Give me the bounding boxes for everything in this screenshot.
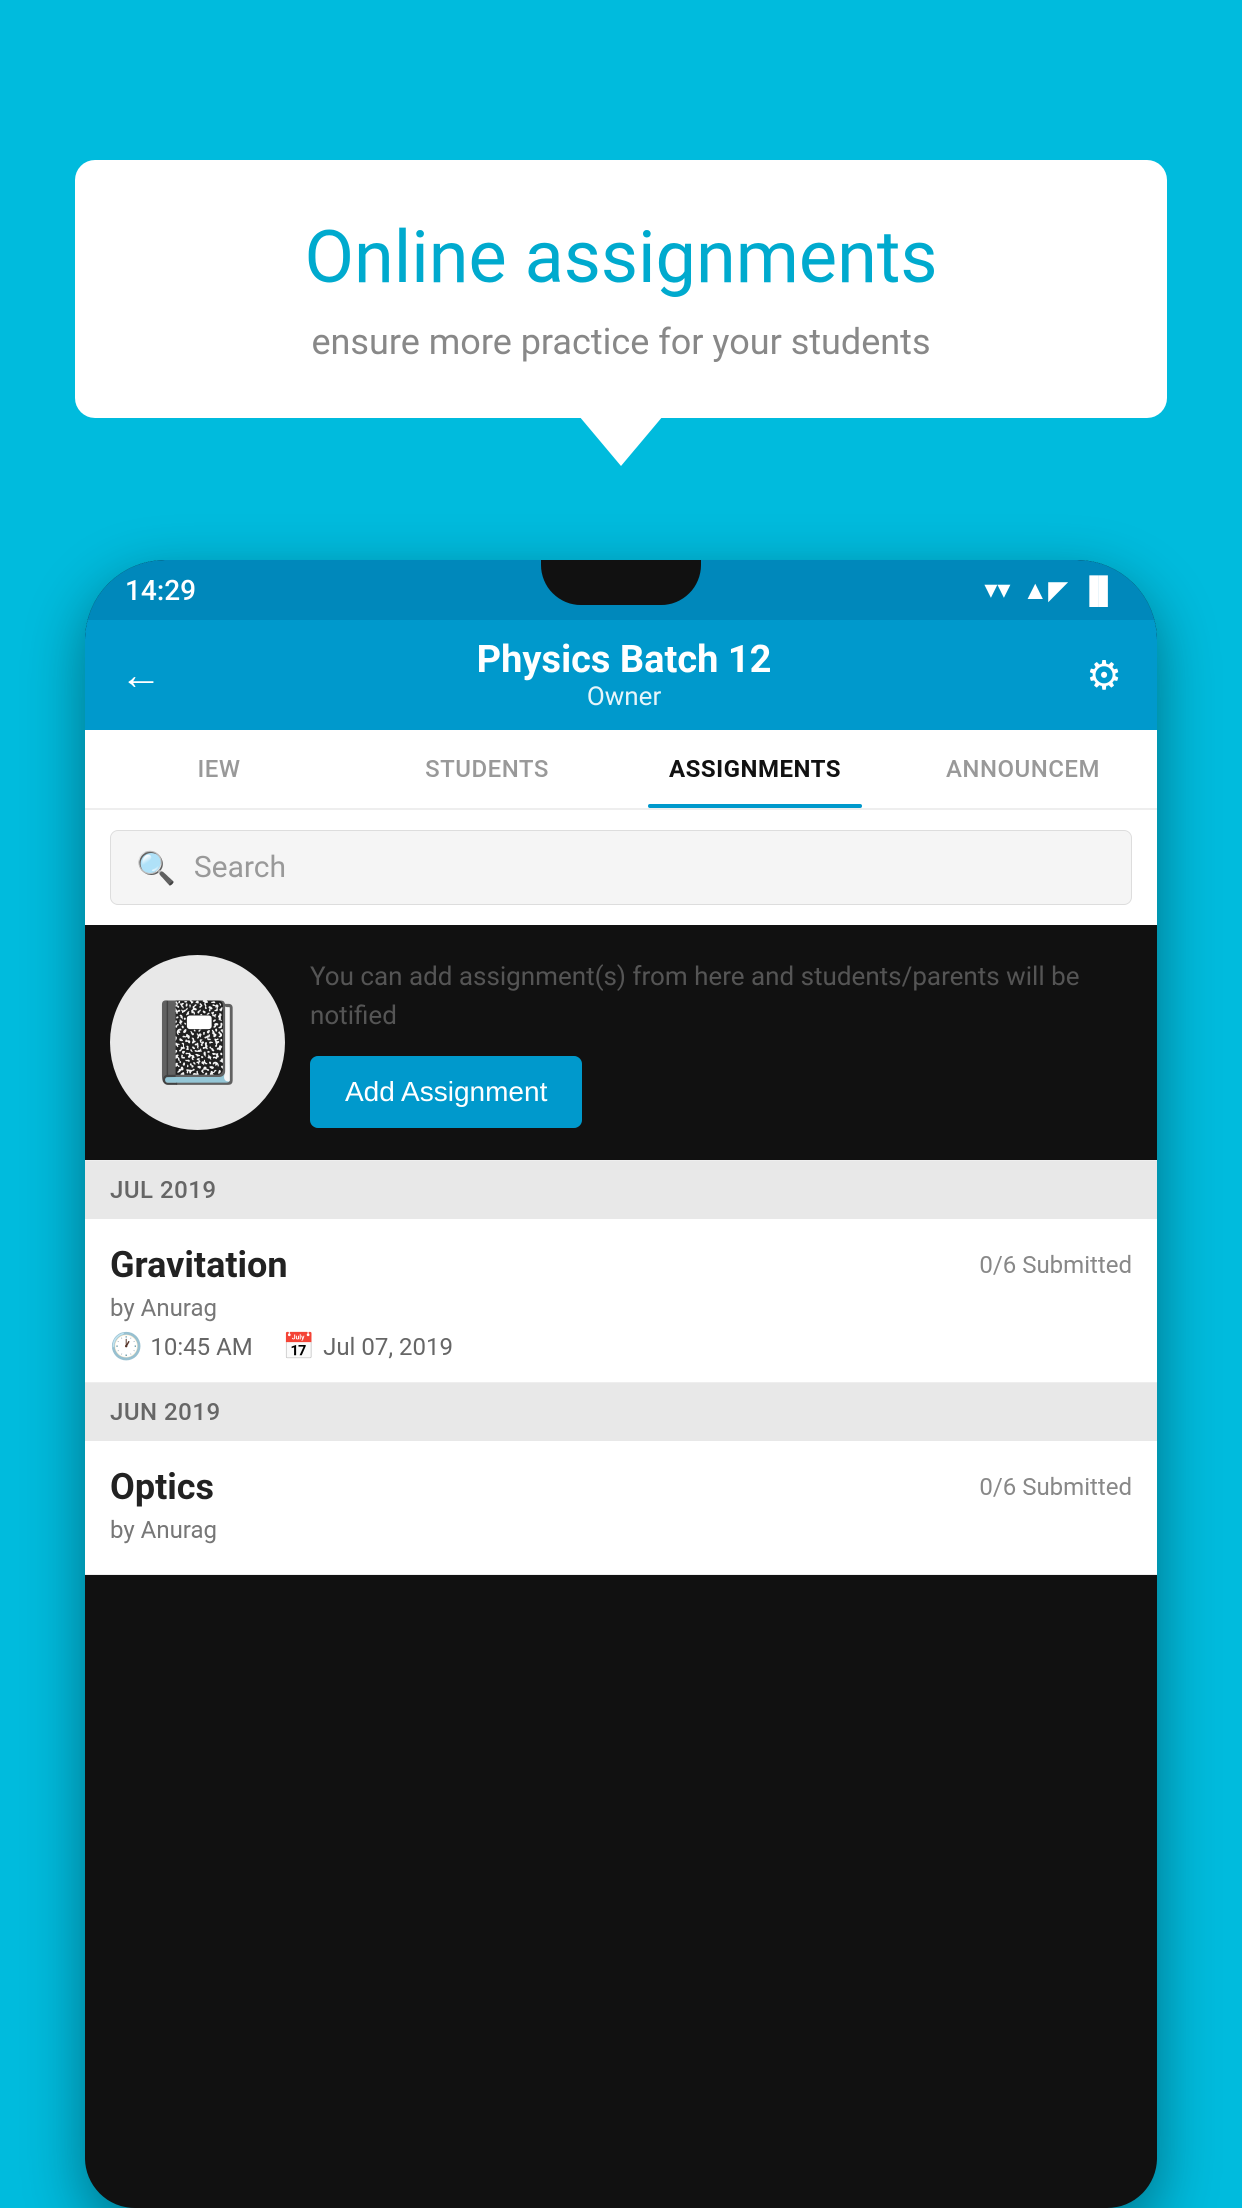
assignment-gravitation[interactable]: Gravitation 0/6 Submitted by Anurag 🕐 10… [85, 1219, 1157, 1383]
app-header: ← Physics Batch 12 Owner ⚙ [85, 620, 1157, 730]
promo-icon-circle: 📓 [110, 955, 285, 1130]
tabs-bar: IEW STUDENTS ASSIGNMENTS ANNOUNCEM [85, 730, 1157, 810]
header-center: Physics Batch 12 Owner [162, 638, 1086, 712]
assignment-name-optics: Optics [110, 1466, 214, 1508]
bubble-title: Online assignments [135, 215, 1107, 301]
notebook-icon: 📓 [148, 996, 248, 1090]
assignment-name-gravitation: Gravitation [110, 1244, 288, 1286]
back-button[interactable]: ← [120, 651, 162, 700]
settings-button[interactable]: ⚙ [1086, 652, 1122, 699]
signal-icon: ▲◤ [1022, 575, 1068, 606]
assignment-meta-gravitation: 🕐 10:45 AM 📅 Jul 07, 2019 [110, 1332, 1132, 1362]
clock-icon: 🕐 [110, 1332, 142, 1362]
wifi-icon: ▾▾ [984, 575, 1010, 605]
bubble-subtitle: ensure more practice for your students [135, 321, 1107, 363]
status-icons: ▾▾ ▲◤ ▐▌ [984, 575, 1117, 606]
tab-students[interactable]: STUDENTS [353, 730, 621, 808]
status-time: 14:29 [125, 574, 196, 607]
assignment-submitted-gravitation: 0/6 Submitted [979, 1251, 1132, 1279]
speech-bubble: Online assignments ensure more practice … [75, 160, 1167, 418]
promo-text-section: You can add assignment(s) from here and … [310, 958, 1132, 1128]
batch-subtitle: Owner [162, 682, 1086, 712]
phone-inner: 14:29 ▾▾ ▲◤ ▐▌ ← Physics Batch 12 Owner … [85, 560, 1157, 2208]
tab-iew[interactable]: IEW [85, 730, 353, 808]
battery-icon: ▐▌ [1080, 575, 1117, 606]
speech-bubble-container: Online assignments ensure more practice … [75, 160, 1167, 418]
phone-screen: 🔍 Search 📓 You can add assignment(s) fro… [85, 810, 1157, 2208]
search-bar-container: 🔍 Search [85, 810, 1157, 925]
assignment-submitted-optics: 0/6 Submitted [979, 1473, 1132, 1501]
tab-assignments[interactable]: ASSIGNMENTS [621, 730, 889, 808]
tab-announcements[interactable]: ANNOUNCEM [889, 730, 1157, 808]
assignment-row1: Gravitation 0/6 Submitted [110, 1244, 1132, 1286]
phone-frame: 14:29 ▾▾ ▲◤ ▐▌ ← Physics Batch 12 Owner … [85, 560, 1157, 2208]
section-header-jul: JUL 2019 [85, 1161, 1157, 1219]
assignment-optics[interactable]: Optics 0/6 Submitted by Anurag [85, 1441, 1157, 1575]
search-icon: 🔍 [136, 849, 176, 887]
section-header-jun: JUN 2019 [85, 1383, 1157, 1441]
search-input-placeholder: Search [194, 850, 286, 885]
time-info-gravitation: 🕐 10:45 AM [110, 1332, 253, 1362]
assignment-date-gravitation: Jul 07, 2019 [323, 1333, 453, 1361]
add-assignment-button[interactable]: Add Assignment [310, 1056, 582, 1128]
assignment-by-optics: by Anurag [110, 1516, 1132, 1544]
assignment-time-gravitation: 10:45 AM [150, 1333, 252, 1361]
calendar-icon: 📅 [283, 1332, 315, 1362]
search-bar[interactable]: 🔍 Search [110, 830, 1132, 905]
date-info-gravitation: 📅 Jul 07, 2019 [283, 1332, 453, 1362]
phone-notch [541, 560, 701, 605]
assignment-by-gravitation: by Anurag [110, 1294, 1132, 1322]
promo-section: 📓 You can add assignment(s) from here an… [85, 925, 1157, 1161]
batch-title: Physics Batch 12 [162, 638, 1086, 682]
assignment-row1-optics: Optics 0/6 Submitted [110, 1466, 1132, 1508]
promo-description: You can add assignment(s) from here and … [310, 958, 1132, 1036]
